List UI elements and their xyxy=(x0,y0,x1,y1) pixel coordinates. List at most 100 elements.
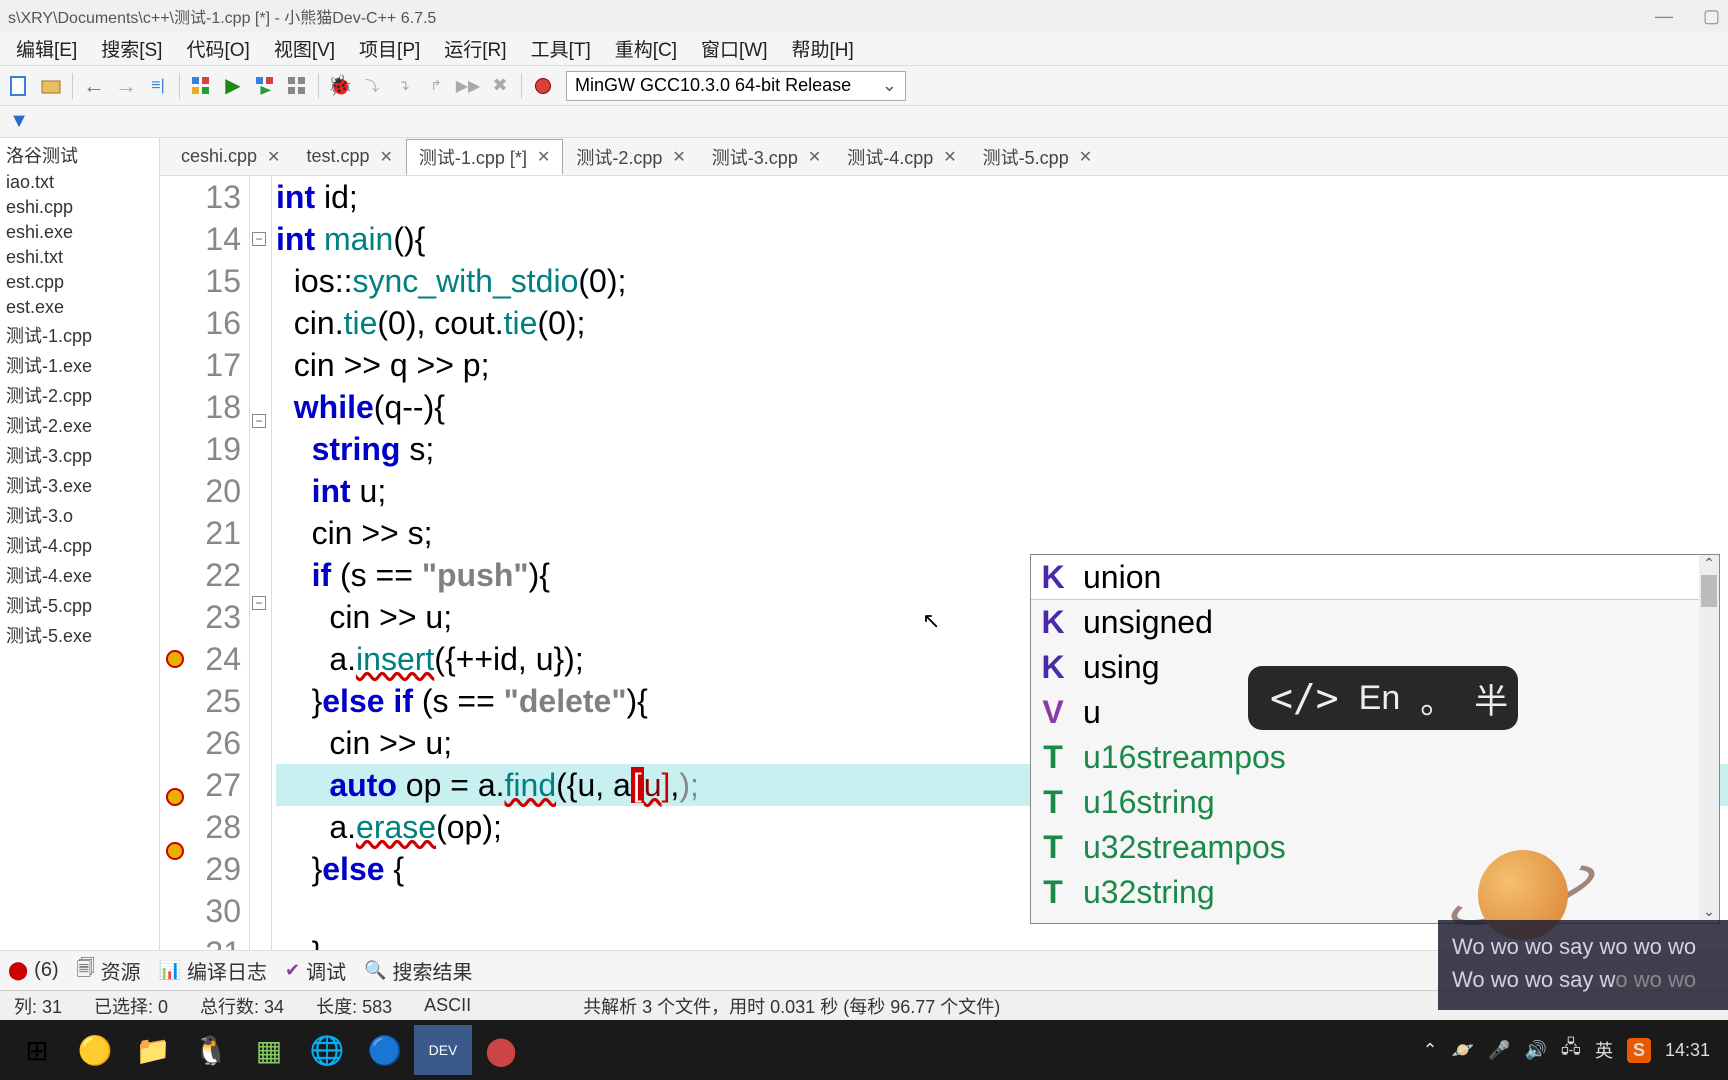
ime-lang[interactable]: En xyxy=(1359,679,1401,718)
start-button[interactable]: ⊞ xyxy=(8,1025,66,1075)
editor-tab[interactable]: 测试-1.cpp [*]✕ xyxy=(406,139,563,175)
continue-icon[interactable]: ▶▶ xyxy=(453,71,483,101)
step-over-icon[interactable]: ⤵ xyxy=(357,71,387,101)
fold-toggle-icon[interactable]: − xyxy=(252,596,266,610)
autocomplete-item[interactable]: Tu16streampos xyxy=(1031,735,1719,780)
compile-run-icon[interactable] xyxy=(250,71,280,101)
tray-time[interactable]: 14:31 xyxy=(1665,1040,1710,1061)
code-line[interactable]: string s; xyxy=(276,428,1728,470)
breakpoint-icon[interactable] xyxy=(166,650,184,668)
bottom-tab[interactable]: 📊编译日志 xyxy=(159,956,267,985)
tab-close-icon[interactable]: ✕ xyxy=(380,147,393,167)
ime-floating-bar[interactable]: </> En 。 半 xyxy=(1248,666,1518,730)
taskbar-chrome[interactable]: 🌐 xyxy=(298,1025,356,1075)
file-item[interactable]: est.exe xyxy=(0,295,159,320)
menu-视图[V][interactable]: 视图[V] xyxy=(262,31,347,66)
tab-close-icon[interactable]: ✕ xyxy=(267,147,280,167)
ime-punct[interactable]: 。 xyxy=(1420,674,1454,723)
file-item[interactable]: 测试-5.cpp xyxy=(0,590,159,620)
autocomplete-item[interactable]: Tu16string xyxy=(1031,780,1719,825)
ime-width[interactable]: 半 xyxy=(1474,674,1508,723)
fold-toggle-icon[interactable]: − xyxy=(252,414,266,428)
step-into-icon[interactable]: ↴ xyxy=(389,71,419,101)
editor-tab[interactable]: 测试-3.cpp✕ xyxy=(699,139,834,175)
tray-up-icon[interactable]: ⌃ xyxy=(1423,1040,1438,1061)
editor-tab[interactable]: test.cpp✕ xyxy=(293,141,405,172)
breakpoint-icon[interactable] xyxy=(166,842,184,860)
maximize-icon[interactable]: ▢ xyxy=(1703,6,1720,27)
code-line[interactable]: int main(){ xyxy=(276,218,1728,260)
tray-ime-lang[interactable]: 英 xyxy=(1595,1037,1613,1063)
editor-tab[interactable]: 测试-2.cpp✕ xyxy=(563,139,698,175)
filter-icon[interactable]: ▼ xyxy=(4,107,34,137)
tab-close-icon[interactable]: ✕ xyxy=(1079,147,1092,167)
file-item[interactable]: 测试-3.o xyxy=(0,500,159,530)
menu-搜索[S][interactable]: 搜索[S] xyxy=(89,31,174,66)
scroll-up-icon[interactable]: ⌃ xyxy=(1699,555,1719,575)
tray-volume-icon[interactable]: 🔊 xyxy=(1524,1040,1546,1061)
menu-运行[R][interactable]: 运行[R] xyxy=(432,31,518,66)
tab-close-icon[interactable]: ✕ xyxy=(672,147,685,167)
autocomplete-item[interactable]: Tu32streampos xyxy=(1031,825,1719,870)
run-icon[interactable]: ▶ xyxy=(218,71,248,101)
bottom-tab[interactable]: 🗐资源 xyxy=(77,956,141,986)
tray-mic-icon[interactable]: 🎤 xyxy=(1488,1040,1510,1061)
file-item[interactable]: iao.txt xyxy=(0,170,159,195)
autocomplete-item[interactable]: Kunion xyxy=(1031,555,1719,600)
autocomplete-item[interactable]: Tu32string xyxy=(1031,870,1719,915)
bottom-tab[interactable]: 🔍搜索结果 xyxy=(364,956,472,985)
code-line[interactable]: int u; xyxy=(276,470,1728,512)
editor-tab[interactable]: 测试-5.cpp✕ xyxy=(970,139,1105,175)
debug-icon[interactable]: 🐞 xyxy=(325,71,355,101)
taskbar-edge[interactable]: 🔵 xyxy=(356,1025,414,1075)
file-item[interactable]: 测试-5.exe xyxy=(0,620,159,650)
menu-窗口[W][interactable]: 窗口[W] xyxy=(689,31,780,66)
file-item[interactable]: eshi.txt xyxy=(0,245,159,270)
taskbar-app-1[interactable]: 🟡 xyxy=(66,1025,124,1075)
fold-toggle-icon[interactable]: − xyxy=(252,232,266,246)
minimize-icon[interactable]: — xyxy=(1655,6,1673,27)
tab-close-icon[interactable]: ✕ xyxy=(943,147,956,167)
new-file-icon[interactable] xyxy=(4,71,34,101)
tray-network-icon[interactable]: 🖧 xyxy=(1561,1035,1581,1065)
file-item[interactable]: 测试-4.cpp xyxy=(0,530,159,560)
stop-debug-icon[interactable]: ✖ xyxy=(485,71,515,101)
code-line[interactable]: cin >> q >> p; xyxy=(276,344,1728,386)
file-item[interactable]: 测试-2.exe xyxy=(0,410,159,440)
code-line[interactable]: cin >> s; xyxy=(276,512,1728,554)
tab-close-icon[interactable]: ✕ xyxy=(537,147,550,167)
open-project-icon[interactable] xyxy=(36,71,66,101)
tray-sogou-icon[interactable]: S xyxy=(1627,1038,1651,1063)
autocomplete-item[interactable]: Kunsigned xyxy=(1031,600,1719,645)
menu-项目[P][interactable]: 项目[P] xyxy=(347,31,432,66)
file-item[interactable]: 测试-4.exe xyxy=(0,560,159,590)
menu-帮助[H][interactable]: 帮助[H] xyxy=(780,31,866,66)
taskbar-explorer[interactable]: 📁 xyxy=(124,1025,182,1075)
breakpoint-icon[interactable] xyxy=(166,788,184,806)
file-item[interactable]: 洛谷测试 xyxy=(0,140,159,170)
tray-planet-icon[interactable]: 🪐 xyxy=(1452,1040,1474,1061)
bottom-tab[interactable]: ✔调试 xyxy=(285,956,346,985)
menu-工具[T][interactable]: 工具[T] xyxy=(519,31,603,66)
nav-back-icon[interactable]: ← xyxy=(79,71,109,101)
file-item[interactable]: est.cpp xyxy=(0,270,159,295)
breakpoint-toggle-icon[interactable] xyxy=(528,71,558,101)
code-line[interactable]: cin.tie(0), cout.tie(0); xyxy=(276,302,1728,344)
file-item[interactable]: 测试-1.cpp xyxy=(0,320,159,350)
indent-guide-icon[interactable]: ≡| xyxy=(143,71,173,101)
step-out-icon[interactable]: ↱ xyxy=(421,71,451,101)
grid-icon[interactable] xyxy=(186,71,216,101)
editor-tab[interactable]: ceshi.cpp✕ xyxy=(168,141,293,172)
autocomplete-scrollbar[interactable]: ⌃ ⌄ xyxy=(1699,555,1719,923)
taskbar-app-2[interactable]: 🐧 xyxy=(182,1025,240,1075)
tab-close-icon[interactable]: ✕ xyxy=(808,147,821,167)
menu-编辑[E][interactable]: 编辑[E] xyxy=(4,31,89,66)
autocomplete-popup[interactable]: KunionKunsignedKusingVuTu16streamposTu16… xyxy=(1030,554,1720,924)
file-item[interactable]: 测试-3.cpp xyxy=(0,440,159,470)
taskbar-record[interactable]: ⬤ xyxy=(472,1025,530,1075)
compiler-select[interactable]: MinGW GCC10.3.0 64-bit Release ⌄ xyxy=(566,71,906,101)
code-line[interactable]: int id; xyxy=(276,176,1728,218)
code-line[interactable]: ios::sync_with_stdio(0); xyxy=(276,260,1728,302)
file-item[interactable]: 测试-3.exe xyxy=(0,470,159,500)
menu-代码[O][interactable]: 代码[O] xyxy=(174,31,261,66)
